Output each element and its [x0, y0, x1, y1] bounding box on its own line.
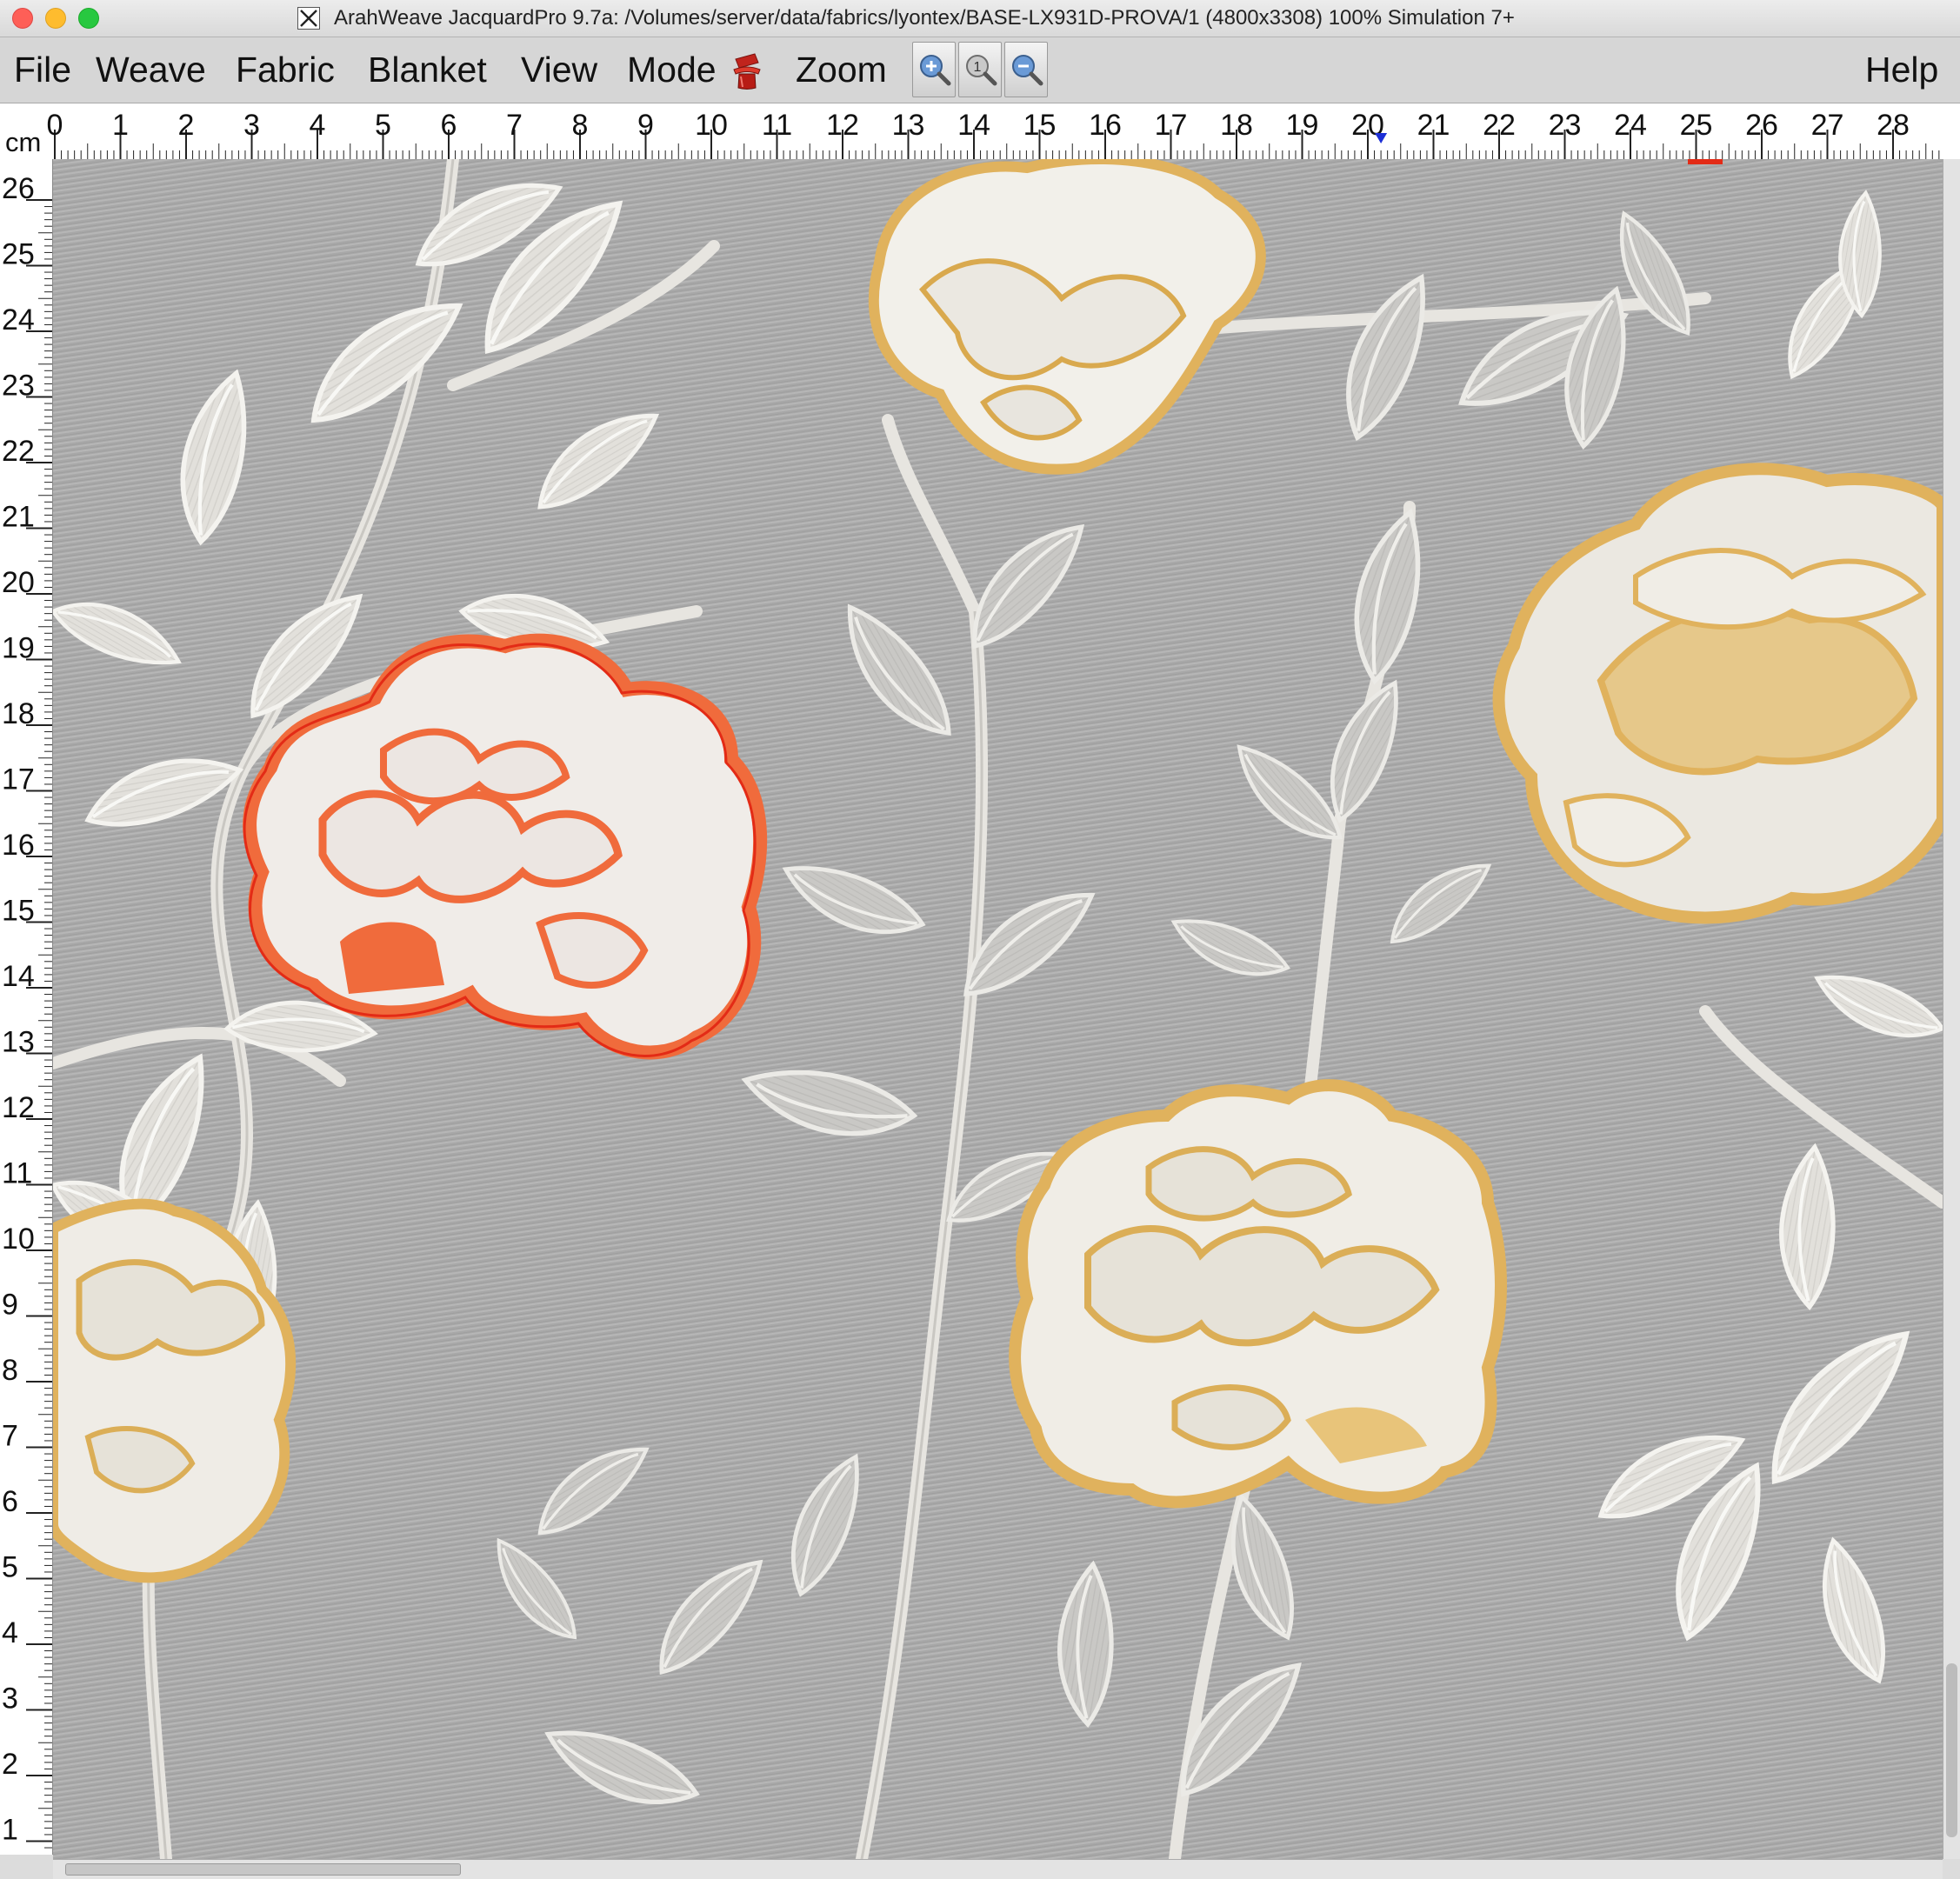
vertical-scroll-thumb[interactable] — [1946, 1663, 1957, 1837]
ruler-label: 3 — [2, 1682, 18, 1716]
vertical-scrollbar[interactable] — [1943, 159, 1960, 1859]
ruler-label: 9 — [2, 1289, 18, 1322]
menu-mode[interactable]: Mode — [627, 50, 717, 90]
magic-hat-icon[interactable] — [732, 50, 762, 90]
x11-icon — [297, 7, 320, 30]
ruler-label: 18 — [1220, 109, 1253, 142]
zoom-actual-icon: 1 — [966, 55, 997, 86]
ruler-label: 12 — [2, 1091, 35, 1124]
ruler-label: 14 — [2, 960, 35, 993]
zoom-in-button[interactable] — [912, 42, 956, 97]
ruler-label: 19 — [2, 632, 35, 665]
menu-help[interactable]: Help — [1865, 50, 1938, 90]
resize-grip[interactable] — [1943, 1859, 1960, 1878]
ruler-label: 18 — [2, 697, 35, 730]
horizontal-scroll-thumb[interactable] — [65, 1863, 461, 1876]
ruler-label: 22 — [2, 435, 35, 468]
horizontal-ruler: 0 1 2 3 4 5 6 7 8 9 10 11 12 13 14 15 16 17 18 19 20 21 22 23 24… — [0, 103, 1960, 160]
ruler-label: 9 — [637, 109, 654, 142]
ruler-label: 3 — [243, 109, 260, 142]
ruler-label: 21 — [2, 501, 35, 534]
ruler-label: 22 — [1483, 109, 1516, 142]
ruler-label: 23 — [2, 370, 35, 403]
ruler-label: 13 — [2, 1026, 35, 1059]
ruler-label: 15 — [2, 895, 35, 928]
ruler-label: 7 — [506, 109, 523, 142]
ruler-label: 10 — [695, 109, 728, 142]
menu-blanket[interactable]: Blanket — [368, 50, 487, 90]
ruler-unit-label: cm — [5, 127, 42, 157]
menu-file[interactable]: File — [14, 50, 71, 90]
ruler-label: 20 — [2, 566, 35, 599]
window-close-button[interactable] — [12, 8, 33, 29]
ruler-label: 24 — [1614, 109, 1647, 142]
ruler-label: 0 — [47, 109, 63, 142]
fabric-image — [53, 159, 1943, 1859]
menu-zoom[interactable]: Zoom — [796, 50, 887, 90]
ruler-label: 19 — [1286, 109, 1319, 142]
zoom-out-button[interactable] — [1004, 42, 1048, 97]
svg-text:1: 1 — [974, 60, 982, 75]
ruler-label: 2 — [2, 1748, 18, 1781]
ruler-label: 5 — [2, 1551, 18, 1584]
horizontal-scrollbar[interactable] — [53, 1859, 1943, 1879]
ruler-label: 4 — [2, 1616, 18, 1649]
ruler-label: 26 — [1745, 109, 1778, 142]
ruler-label: 16 — [2, 829, 35, 862]
zoom-actual-button[interactable]: 1 — [958, 42, 1002, 97]
ruler-label: 15 — [1023, 109, 1057, 142]
ruler-label: 5 — [375, 109, 391, 142]
zoom-in-icon — [920, 55, 951, 86]
title-bar: ArahWeave JacquardPro 9.7a: /Volumes/ser… — [0, 0, 1960, 37]
window-maximize-button[interactable] — [78, 8, 99, 29]
ruler-label: 12 — [826, 109, 859, 142]
fabric-simulation-canvas[interactable] — [53, 159, 1943, 1859]
ruler-label: 26 — [2, 172, 35, 205]
menu-fabric[interactable]: Fabric — [236, 50, 335, 90]
ruler-label: 6 — [2, 1485, 18, 1518]
ruler-label: 11 — [762, 109, 792, 142]
ruler-label: 25 — [1680, 109, 1713, 142]
window-minimize-button[interactable] — [45, 8, 66, 29]
menu-view[interactable]: View — [521, 50, 597, 90]
ruler-label: 14 — [957, 109, 990, 142]
horizontal-ruler-scale: 0 1 2 3 4 5 6 7 8 9 10 11 12 13 14 15 16 17 18 19 20 21 22 23 24… — [47, 109, 1940, 159]
vertical-ruler-scale: 2625242322212019181716151413121110987654… — [2, 172, 52, 1849]
ruler-label: 8 — [2, 1354, 18, 1387]
ruler-label: 25 — [2, 238, 35, 271]
zoom-out-icon — [1012, 55, 1043, 86]
ruler-label: 23 — [1549, 109, 1582, 142]
ruler-label: 1 — [112, 109, 129, 142]
ruler-label: 8 — [572, 109, 589, 142]
ruler-label: 16 — [1089, 109, 1122, 142]
menu-weave[interactable]: Weave — [96, 50, 206, 90]
window-title: ArahWeave JacquardPro 9.7a: /Volumes/ser… — [334, 6, 1515, 30]
ruler-label: 10 — [2, 1223, 35, 1256]
ruler-label: 17 — [1155, 109, 1188, 142]
ruler-label: 21 — [1417, 109, 1450, 142]
ruler-label: 27 — [1811, 109, 1844, 142]
ruler-label: 11 — [2, 1157, 32, 1190]
vertical-ruler: 26 25 24 23 22 21 20 19 18 17 16 15 14 13 12 11 10 9 8 7 6 5 4… — [0, 159, 53, 1855]
ruler-label: 24 — [2, 303, 35, 336]
ruler-label: 13 — [892, 109, 925, 142]
ruler-label: 6 — [441, 109, 457, 142]
ruler-label: 17 — [2, 763, 35, 796]
ruler-label: 2 — [178, 109, 195, 142]
ruler-label: 4 — [310, 109, 326, 142]
ruler-label: 1 — [2, 1814, 18, 1847]
ruler-label: 28 — [1877, 109, 1910, 142]
ruler-label: 7 — [2, 1420, 18, 1453]
